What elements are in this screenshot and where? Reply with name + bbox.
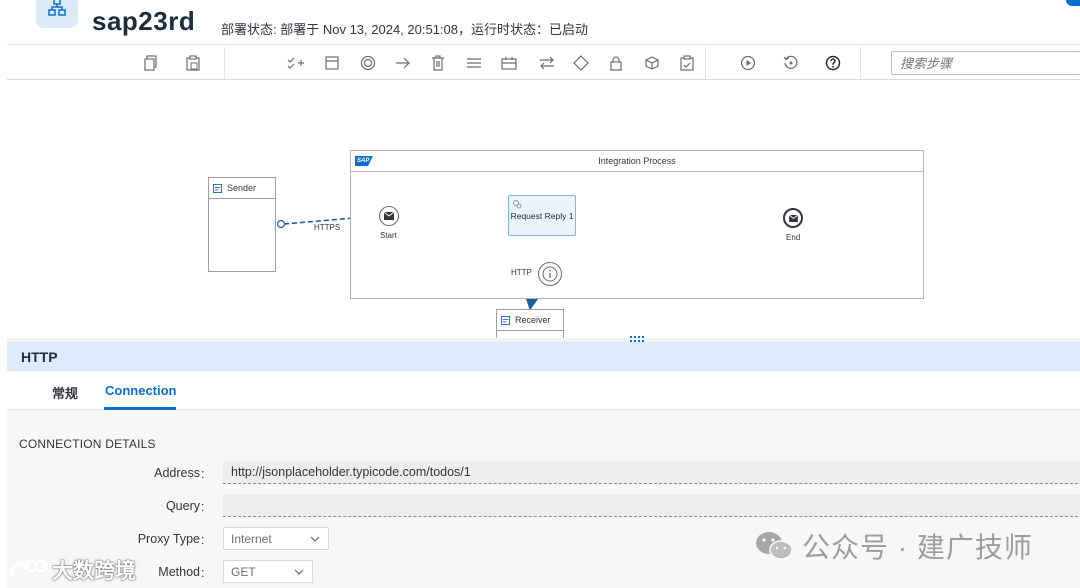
http-flow-label: HTTP [511, 268, 532, 277]
integration-process-pool[interactable]: SAP Integration Process [350, 150, 924, 299]
search-steps-input[interactable] [891, 51, 1080, 75]
participant-icon[interactable] [322, 53, 342, 73]
proxy-type-label: Proxy Type [137, 532, 200, 546]
wechat-watermark: 公众号 · 建广技师 [754, 526, 1033, 566]
deployment-status: 部署状态: 部署于 Nov 13, 2024, 20:51:08，运行时状态：已… [221, 22, 588, 37]
query-colon: : [201, 500, 205, 514]
properties-panel-header: HTTP [7, 342, 1080, 371]
diagram-canvas[interactable]: Sender SAP Integration Process Start Req… [7, 80, 1080, 338]
address-input[interactable]: http://jsonplaceholder.typicode.com/todo… [223, 461, 1080, 484]
chevron-down-icon [294, 569, 304, 575]
end-label: End [786, 233, 801, 242]
brand-logo-icon [10, 559, 48, 577]
event-icon[interactable] [358, 53, 378, 73]
section-title: CONNECTION DETAILS [19, 437, 156, 451]
https-flow-label: HTTPS [314, 223, 341, 232]
watermark-text: 公众号 · 建广技师 [802, 532, 1033, 563]
pool-title: Integration Process [598, 156, 676, 166]
request-reply-task[interactable]: Request Reply 1 [508, 195, 576, 236]
gateway-icon[interactable] [571, 53, 591, 73]
address-colon: : [201, 467, 205, 481]
tab-general[interactable]: 常规 [52, 383, 78, 402]
delete-icon[interactable] [428, 53, 448, 73]
toolbar-divider [705, 47, 706, 79]
chevron-down-icon [310, 536, 320, 542]
reset-icon[interactable] [781, 53, 801, 73]
toolbar-divider [860, 47, 861, 79]
participant-icon [213, 183, 222, 193]
receiver-label: Receiver [515, 315, 551, 325]
add-steps-icon[interactable] [286, 53, 306, 73]
pool-header: SAP Integration Process [351, 151, 923, 172]
proxy-type-select[interactable]: Internet [223, 527, 329, 550]
envelope-icon [384, 212, 394, 220]
properties-tabs: 常规 Connection [7, 371, 1080, 410]
panel-title: HTTP [21, 349, 58, 365]
call-icon[interactable] [499, 53, 519, 73]
tab-connection[interactable]: Connection [105, 383, 177, 398]
editor-toolbar [7, 44, 1080, 80]
method-colon: : [201, 566, 205, 580]
header-action-button[interactable] [1066, 0, 1080, 6]
lock-icon[interactable] [606, 53, 626, 73]
copy-icon[interactable] [141, 53, 161, 73]
arrow-icon[interactable] [393, 53, 413, 73]
proxy-type-colon: : [201, 533, 205, 547]
envelope-icon [788, 214, 798, 222]
info-icon[interactable] [538, 262, 562, 286]
page-title: sap23rd [92, 6, 196, 36]
brand-watermark-text: 大数跨境 [52, 560, 136, 583]
sender-participant[interactable]: Sender [208, 177, 276, 272]
query-input[interactable] [223, 494, 1080, 517]
query-label: Query [165, 499, 200, 513]
address-label: Address [154, 466, 200, 480]
help-icon[interactable] [823, 53, 843, 73]
gear-icon [513, 200, 522, 209]
brand-watermark: 大数跨境 [8, 555, 136, 585]
list-icon[interactable] [464, 53, 484, 73]
paste-icon[interactable] [183, 53, 203, 73]
participant-icon [501, 315, 510, 325]
sender-label: Sender [227, 183, 257, 193]
start-label: Start [380, 231, 397, 240]
module-icon[interactable] [642, 53, 662, 73]
wechat-icon [756, 532, 793, 560]
integration-flow-icon [36, 0, 78, 28]
toolbar-divider [224, 47, 225, 79]
integration-flow-editor: sap23rd 部署状态: 部署于 Nov 13, 2024, 20:51:08… [0, 0, 1080, 588]
play-icon[interactable] [738, 53, 758, 73]
app-header: sap23rd 部署状态: 部署于 Nov 13, 2024, 20:51:08… [0, 0, 1080, 44]
sender-flow-origin [276, 219, 286, 229]
receiver-participant[interactable]: Receiver [496, 309, 564, 338]
clipboard-check-icon[interactable] [677, 53, 697, 73]
proxy-type-value: Internet [231, 532, 272, 546]
method-select[interactable]: GET [223, 560, 313, 583]
task-label: Request Reply 1 [510, 211, 574, 221]
method-value: GET [231, 565, 256, 579]
start-event[interactable] [379, 206, 399, 226]
method-label: Method [158, 565, 200, 579]
swap-icon[interactable] [537, 53, 557, 73]
end-event[interactable] [783, 208, 803, 228]
